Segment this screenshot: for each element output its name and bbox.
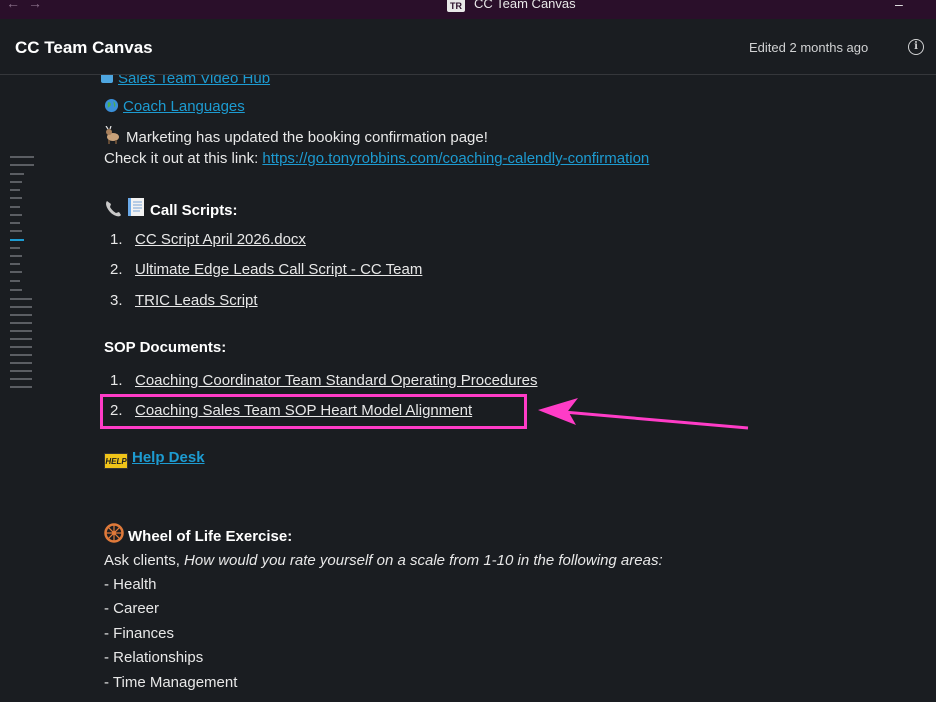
document-icon — [128, 198, 144, 216]
call-script-link-1[interactable]: CC Script April 2026.docx — [135, 231, 306, 249]
coach-languages-row: Coach Languages — [104, 98, 245, 116]
video-hub-row: Sales Team Video Hub — [100, 75, 300, 88]
help-icon: HELP — [104, 453, 128, 469]
area-item: - Health — [104, 576, 157, 593]
ask-prefix: Ask clients, — [104, 552, 185, 569]
globe-icon — [104, 98, 119, 113]
wheel-title: Wheel of Life Exercise: — [128, 528, 293, 545]
call-script-link-2[interactable]: Ultimate Edge Leads Call Script - CC Tea… — [135, 261, 422, 279]
sop-link-1[interactable]: Coaching Coordinator Team Standard Opera… — [135, 372, 537, 390]
checkout-row: Check it out at this link: https://go.to… — [104, 150, 649, 168]
marketing-text: Marketing has updated the booking confir… — [126, 129, 488, 146]
canvas-content: Sales Team Video Hub Coach Languages Mar… — [0, 0, 936, 702]
wheel-heading: Wheel of Life Exercise: — [104, 523, 292, 546]
area-item: - Finances — [104, 625, 175, 642]
checkout-label: Check it out at this link: — [104, 150, 263, 167]
coach-languages-link[interactable]: Coach Languages — [123, 98, 245, 115]
goat-icon — [105, 126, 119, 144]
list-number: 3. — [110, 292, 123, 309]
phone-icon — [106, 201, 121, 217]
calendly-confirmation-link[interactable]: https://go.tonyrobbins.com/coaching-cale… — [262, 150, 649, 167]
list-number: 1. — [110, 231, 123, 248]
wheel-icon — [104, 523, 124, 543]
marketing-row: Marketing has updated the booking confir… — [104, 126, 488, 147]
list-number: 2. — [110, 261, 123, 278]
call-script-link-3[interactable]: TRIC Leads Script — [135, 292, 258, 310]
sop-heading: SOP Documents: — [104, 339, 227, 356]
highlight-box — [100, 394, 527, 429]
area-item: - Career — [104, 600, 160, 617]
help-desk-link[interactable]: Help Desk — [132, 449, 205, 466]
ask-clients-row: Ask clients, How would you rate yourself… — [104, 552, 663, 570]
video-hub-link[interactable]: Sales Team Video Hub — [118, 75, 270, 87]
video-icon — [101, 75, 113, 83]
call-scripts-title: Call Scripts: — [150, 202, 238, 219]
call-scripts-heading: Call Scripts: — [104, 197, 238, 220]
area-item: - Time Management — [104, 674, 238, 691]
help-desk-row: HELP Help Desk — [104, 449, 205, 469]
ask-question: How would you rate yourself on a scale f… — [184, 552, 663, 569]
list-number: 1. — [110, 372, 123, 389]
area-item: - Relationships — [104, 649, 204, 666]
